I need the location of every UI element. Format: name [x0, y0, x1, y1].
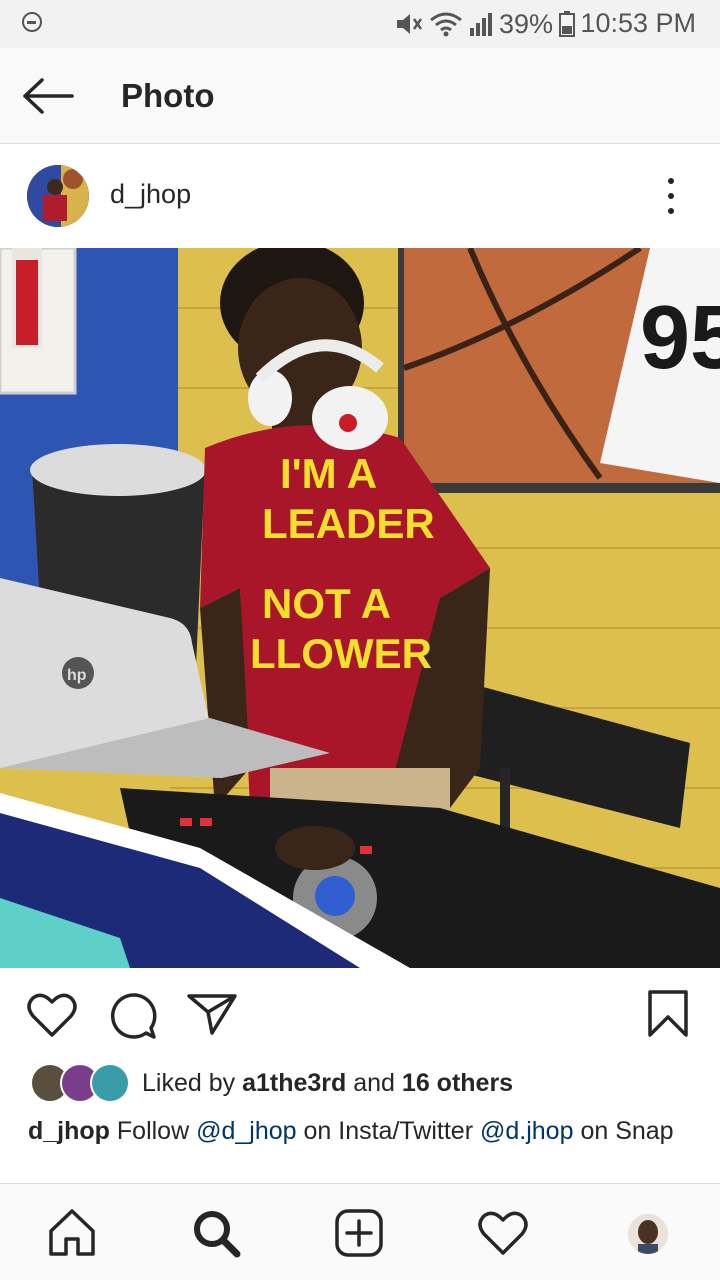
comment-icon[interactable]: [108, 992, 158, 1040]
shirt-text-2: LEADER: [262, 500, 435, 547]
caption-mention[interactable]: @d.jhop: [480, 1117, 574, 1145]
share-icon[interactable]: [186, 992, 238, 1036]
more-options-icon[interactable]: [661, 178, 681, 214]
battery-percent: 39%: [499, 8, 554, 39]
back-arrow-icon[interactable]: [22, 76, 74, 116]
post-actions: [0, 968, 720, 1058]
battery-icon: [559, 11, 576, 37]
save-bookmark-icon[interactable]: [646, 989, 690, 1039]
shirt-text-3: NOT A: [262, 580, 391, 627]
liker-username[interactable]: a1the3rd: [242, 1069, 346, 1097]
post-header: d_jhop: [0, 145, 720, 248]
likes-prefix: Liked by: [142, 1068, 236, 1097]
post-caption: d_jhop Follow @d_jhop on Insta/Twitter @…: [28, 1113, 693, 1150]
post-username[interactable]: d_jhop: [110, 179, 191, 210]
post-photo[interactable]: 95 I'M A LEADER NOT A LLOWER hp: [0, 248, 720, 968]
mute-icon: [397, 14, 423, 34]
likes-count[interactable]: 16 others: [402, 1069, 513, 1097]
liker-avatar: [90, 1063, 130, 1103]
caption-text: Follow: [116, 1117, 190, 1145]
new-post-icon[interactable]: [333, 1207, 385, 1259]
status-bar: 39% 10:53 PM: [0, 0, 720, 48]
shirt-text-4: LLOWER: [250, 630, 432, 677]
laptop-logo: hp: [67, 667, 87, 684]
page-title: Photo: [121, 77, 215, 114]
user-avatar[interactable]: [27, 165, 89, 227]
bottom-navigation: [0, 1183, 720, 1280]
do-not-disturb-icon: [22, 12, 42, 32]
shirt-text-1: I'M A: [280, 450, 377, 497]
status-icons: 39%: [395, 8, 576, 39]
wifi-icon: [430, 12, 462, 37]
activity-icon[interactable]: [477, 1207, 529, 1259]
search-icon[interactable]: [190, 1207, 242, 1259]
like-heart-icon[interactable]: [27, 992, 77, 1038]
signal-icon: [470, 13, 492, 36]
app-bar: Photo: [0, 48, 720, 144]
likes-row[interactable]: Liked by a1the3rd and 16 others: [30, 1063, 513, 1103]
caption-text: on Insta/Twitter: [303, 1117, 474, 1145]
likes-and: and: [353, 1068, 395, 1097]
caption-username[interactable]: d_jhop: [28, 1117, 110, 1145]
profile-avatar[interactable]: [628, 1214, 668, 1254]
caption-mention[interactable]: @d_jhop: [196, 1117, 296, 1145]
clock: 10:53 PM: [580, 8, 696, 38]
poster-number: 95: [640, 288, 720, 388]
likes-text: Liked by a1the3rd and 16 others: [142, 1069, 513, 1098]
caption-text: on Snap: [580, 1117, 674, 1145]
home-icon[interactable]: [46, 1207, 98, 1259]
